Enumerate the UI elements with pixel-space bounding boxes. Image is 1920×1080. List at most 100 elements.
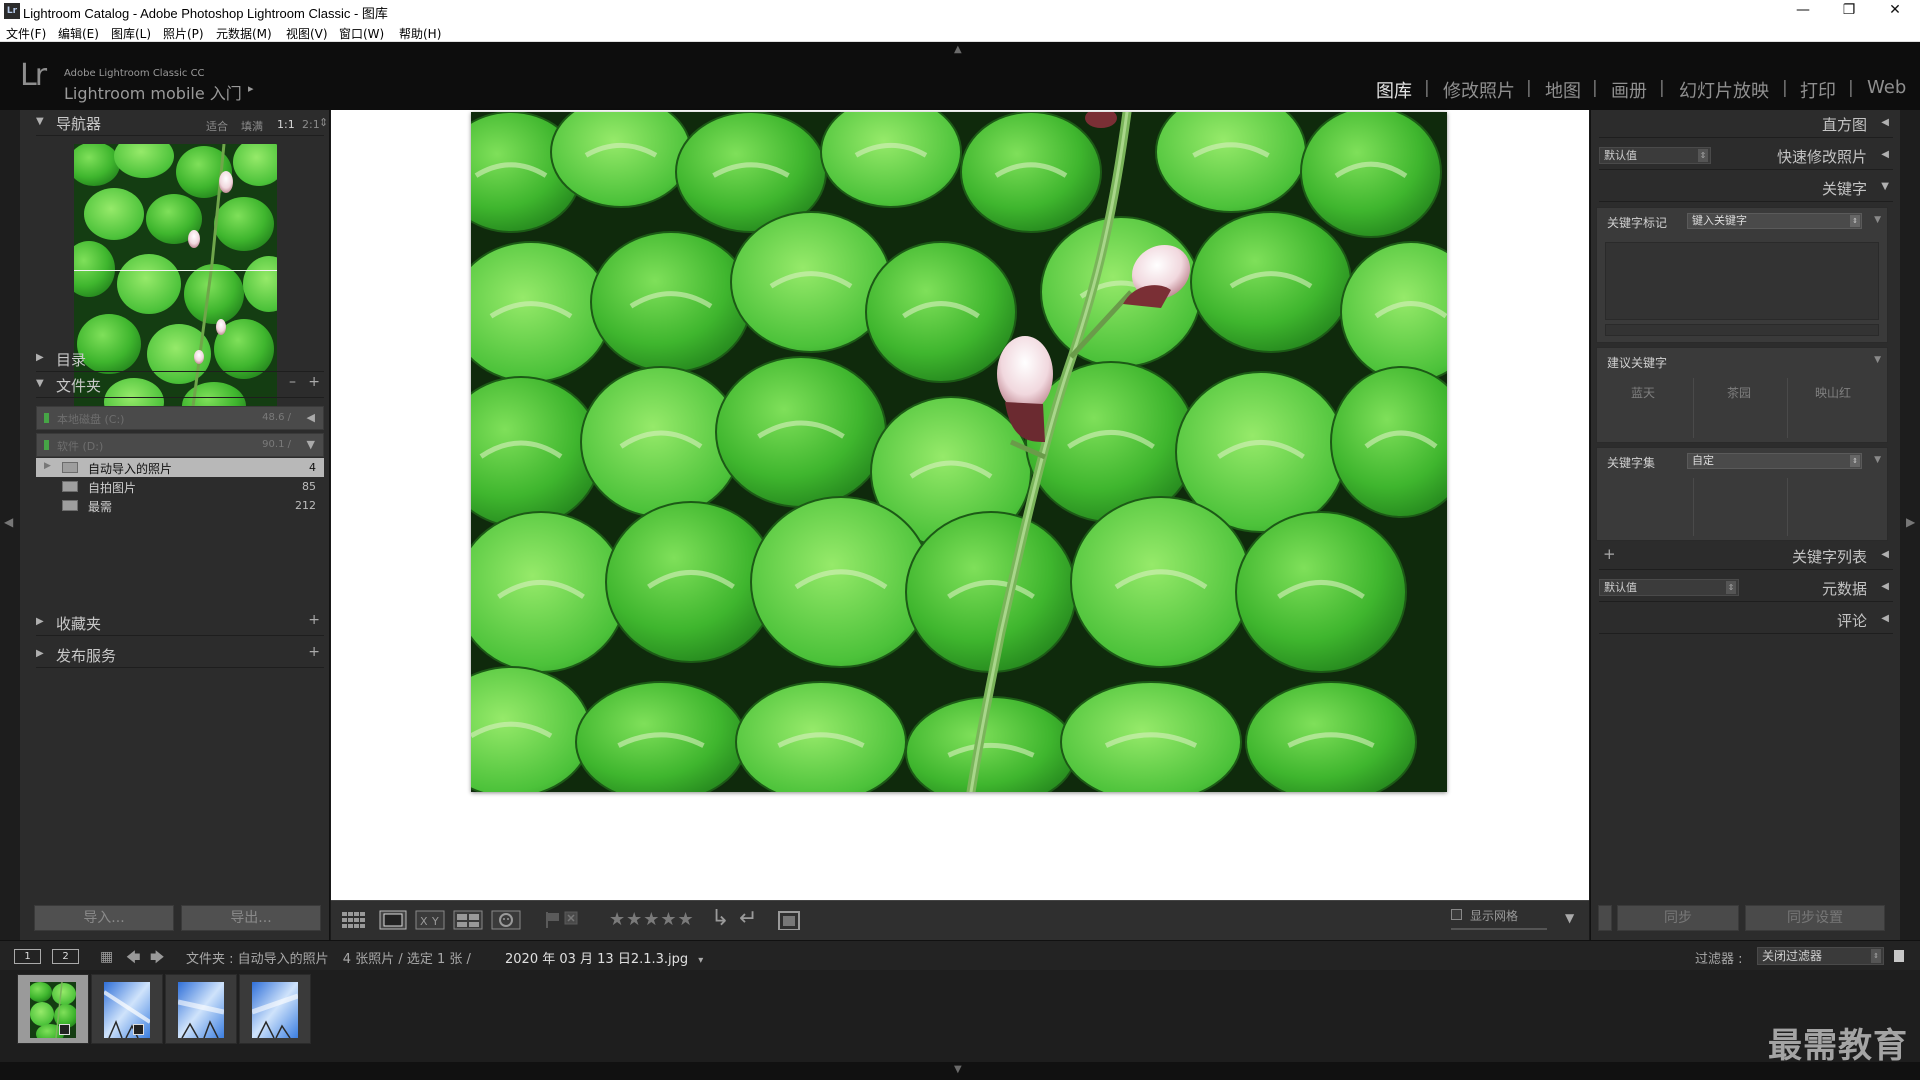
filmstrip-thumbnail[interactable] (239, 974, 311, 1044)
loupe-view[interactable] (331, 110, 1589, 900)
suggested-keyword[interactable]: 茶园 (1693, 384, 1785, 401)
menu-help[interactable]: 帮助(H) (399, 25, 441, 42)
bottom-edge[interactable]: ▼ (0, 1062, 1920, 1080)
nav-fit-option[interactable]: 适合 (206, 118, 228, 134)
expand-triangle-icon[interactable]: ▼ (1874, 455, 1881, 465)
collapse-filmstrip-icon[interactable]: ▼ (954, 1064, 962, 1075)
expand-triangle-icon[interactable]: ▼ (1874, 355, 1881, 365)
compare-view-icon[interactable]: X Y (415, 910, 445, 930)
flag-icons[interactable] (543, 910, 583, 930)
filmstrip-thumbnail[interactable] (91, 974, 163, 1044)
suggested-keyword[interactable]: 映山红 (1787, 384, 1879, 401)
keyword-text-area[interactable] (1605, 242, 1879, 320)
forward-arrow-icon[interactable]: 🡆 (150, 947, 164, 971)
toolbar-content-dropdown-icon[interactable]: ▼ (1565, 911, 1574, 925)
comments-header[interactable]: 评论 ◀ (1599, 606, 1893, 634)
collapsed-triangle-icon[interactable]: ▶ (36, 352, 44, 363)
restore-button[interactable]: ❐ (1826, 0, 1872, 22)
folder-item-selfie[interactable]: 自拍图片 85 (36, 477, 324, 496)
menu-window[interactable]: 窗口(W) (339, 25, 384, 42)
nav-fill-option[interactable]: 填满 (241, 118, 263, 134)
menu-photo[interactable]: 照片(P) (163, 25, 204, 42)
add-keyword-icon[interactable]: + (1603, 545, 1616, 563)
collapse-left-panel-icon[interactable]: ◀ (4, 515, 13, 529)
filename-dropdown-icon[interactable]: ▾ (698, 955, 703, 966)
collapsed-triangle-icon[interactable]: ◀ (1881, 149, 1889, 160)
quick-develop-preset-select[interactable]: 默认值 ⇕ (1599, 147, 1711, 164)
add-folder-icon[interactable]: + (308, 374, 320, 390)
expand-triangle-icon[interactable]: ▼ (36, 116, 44, 127)
collapsed-triangle-icon[interactable]: ◀ (1881, 581, 1889, 592)
menu-library[interactable]: 图库(L) (111, 25, 151, 42)
publish-services-header[interactable]: ▶ 发布服务 + (36, 642, 324, 668)
crop-overlay-icon[interactable] (777, 910, 801, 930)
lightroom-mobile-link[interactable]: Lightroom mobile 入门 (64, 80, 242, 104)
primary-window-button[interactable]: 1 (14, 949, 41, 964)
sync-toggle-switch[interactable] (1598, 905, 1612, 931)
collapsed-triangle-icon[interactable]: ▶ (36, 648, 44, 659)
nav-1to1-option[interactable]: 1:1 (277, 118, 295, 131)
loupe-view-icon[interactable] (379, 910, 407, 930)
volume-expand-icon[interactable]: ▼ (307, 438, 315, 451)
remove-folder-icon[interactable]: – (289, 374, 296, 390)
secondary-window-button[interactable]: 2 (52, 949, 79, 964)
suggested-keyword[interactable]: 蓝天 (1597, 384, 1689, 401)
volume-collapse-icon[interactable]: ◀ (307, 411, 315, 424)
collapsed-triangle-icon[interactable]: ▶ (36, 616, 44, 627)
menu-edit[interactable]: 编辑(E) (58, 25, 99, 42)
menu-file[interactable]: 文件(F) (6, 25, 46, 42)
filmstrip-thumbnail[interactable] (165, 974, 237, 1044)
left-panel-edge[interactable]: ◀ (0, 110, 20, 940)
volume-c[interactable]: 本地磁盘 (C:) 48.6 / ◀ (36, 406, 324, 430)
keyword-set-select[interactable]: 自定 ⇕ (1687, 453, 1862, 469)
folder-item-zuixu[interactable]: 最需 212 (36, 496, 324, 515)
module-develop[interactable]: 修改照片 (1443, 77, 1515, 103)
main-photo[interactable] (471, 112, 1447, 792)
zoom-spin-icon[interactable]: ⇕ (319, 116, 328, 129)
back-arrow-icon[interactable]: 🡄 (126, 947, 140, 971)
sync-settings-button[interactable]: 同步设置 (1745, 905, 1885, 931)
sync-button[interactable]: 同步 (1617, 905, 1739, 931)
rotate-left-icon[interactable]: ↳ (711, 906, 729, 931)
star-rating[interactable]: ★★★★★ (609, 909, 695, 930)
module-book[interactable]: 画册 (1611, 77, 1647, 103)
folder-triangle-icon[interactable]: ▶ (44, 461, 51, 471)
keyword-list-header[interactable]: + 关键字列表 ◀ (1599, 542, 1893, 570)
filter-select[interactable]: 关闭过滤器 ⇕ (1757, 947, 1884, 965)
rotate-right-icon[interactable]: ↵ (739, 906, 757, 931)
module-slideshow[interactable]: 幻灯片放映 (1679, 77, 1769, 103)
volume-d[interactable]: 软件 (D:) 90.1 / ▼ (36, 433, 324, 457)
menu-metadata[interactable]: 元数据(M) (216, 25, 272, 42)
survey-view-icon[interactable] (453, 910, 483, 930)
show-grid-checkbox[interactable] (1451, 909, 1462, 920)
export-button[interactable]: 导出... (181, 905, 321, 931)
menu-view[interactable]: 视图(V) (286, 25, 328, 42)
right-panel-edge[interactable]: ▶ (1900, 110, 1920, 940)
catalog-header[interactable]: ▶ 目录 (36, 346, 324, 372)
folders-header[interactable]: ▼ 文件夹 – + (36, 372, 324, 398)
collapse-right-panel-icon[interactable]: ▶ (1906, 515, 1915, 529)
keywording-header[interactable]: 关键字 ▼ (1599, 174, 1893, 202)
grid-size-slider[interactable] (1451, 928, 1547, 930)
collapsed-triangle-icon[interactable]: ◀ (1881, 613, 1889, 624)
filmstrip-thumbnail[interactable] (17, 974, 89, 1044)
folder-item-auto-import[interactable]: ▶ 自动导入的照片 4 (36, 458, 324, 477)
metadata-header[interactable]: 默认值 ⇕ 元数据 ◀ (1599, 574, 1893, 602)
quick-develop-header[interactable]: 默认值 ⇕ 快速修改照片 ◀ (1599, 142, 1893, 170)
module-map[interactable]: 地图 (1545, 77, 1581, 103)
collections-header[interactable]: ▶ 收藏夹 + (36, 610, 324, 636)
expand-triangle-icon[interactable]: ▼ (36, 378, 44, 389)
metadata-preset-select[interactable]: 默认值 ⇕ (1599, 579, 1739, 596)
grid-shortcut-icon[interactable]: ▦ (100, 949, 113, 965)
source-breadcrumb[interactable]: 文件夹 : 自动导入的照片 4 张照片 / 选定 1 张 / (186, 948, 471, 967)
minimize-button[interactable]: — (1780, 0, 1826, 22)
current-filename[interactable]: 2020 年 03 月 13 日2.1.3.jpg ▾ (505, 948, 703, 967)
module-library[interactable]: 图库 (1376, 77, 1412, 103)
expand-triangle-icon[interactable]: ▼ (1874, 215, 1881, 225)
people-view-icon[interactable] (491, 910, 521, 930)
keyword-entry-field[interactable] (1605, 324, 1879, 336)
play-arrow-icon[interactable]: ▸ (248, 82, 254, 95)
collapsed-triangle-icon[interactable]: ◀ (1881, 117, 1889, 128)
navigator-header[interactable]: ▼ 导航器 适合 填满 1:1 2:1 ⇕ (36, 110, 328, 136)
module-web[interactable]: Web (1867, 77, 1906, 98)
